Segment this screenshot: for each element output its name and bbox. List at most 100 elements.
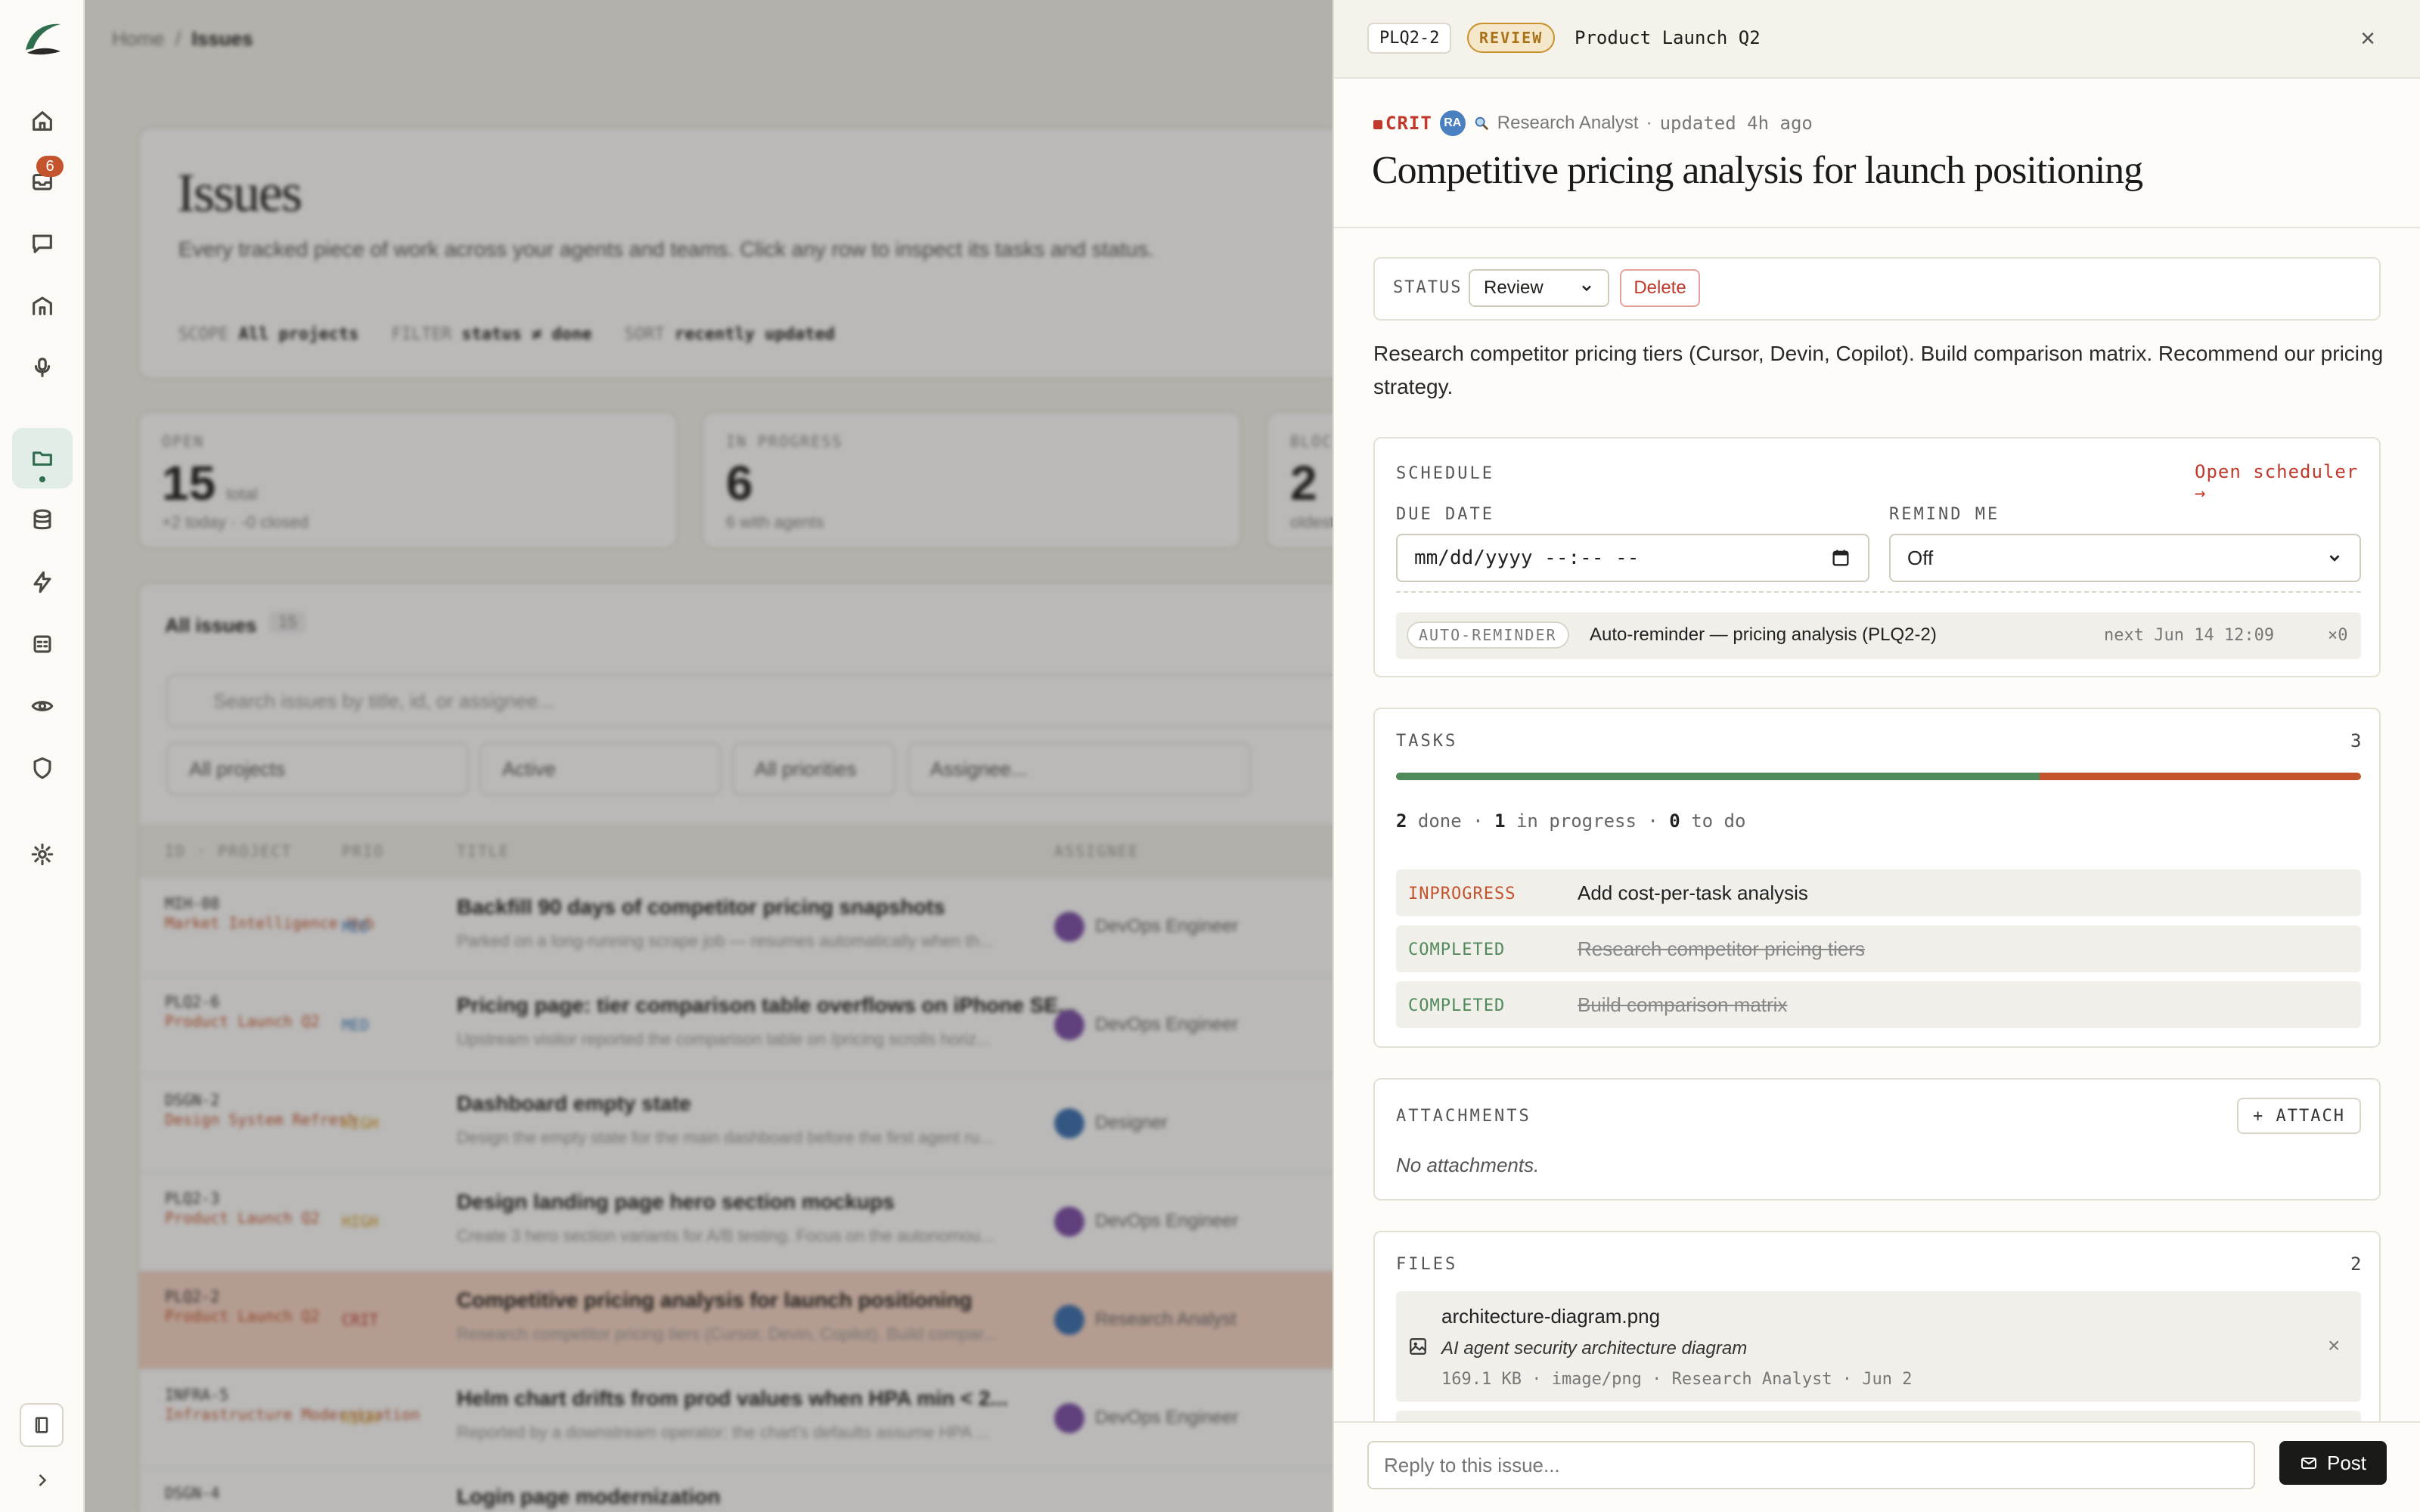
tasks-count: 3 [2350,730,2362,751]
tasks-progress-done [1396,773,2040,780]
meta-dot: · [1646,113,1652,133]
task-item[interactable]: INPROGRESS Add cost-per-task analysis [1396,869,2361,916]
rail-database-button[interactable] [12,490,73,550]
priority-text: CRIT [1385,113,1432,134]
task-name: Add cost-per-task analysis [1578,881,1808,904]
delete-button[interactable]: Delete [1620,269,1700,307]
files-count: 2 [2350,1253,2362,1275]
magnifier-icon [1475,116,1488,130]
issue-title: Competitive pricing analysis for launch … [1372,149,2143,192]
assignee-name[interactable]: Research Analyst [1497,113,1639,134]
reply-input[interactable] [1367,1441,2255,1489]
task-name: Research competitor pricing tiers [1578,937,1866,960]
attachments-empty: No attachments. [1396,1154,1540,1176]
rail-home-button[interactable] [12,91,73,151]
rail-voice-button[interactable] [12,337,73,398]
rail-watch-button[interactable] [12,676,73,736]
issue-id-chip: PLQ2-2 [1367,23,1452,54]
task-status: COMPLETED [1408,996,1506,1015]
chevron-down-icon [2329,555,2340,562]
active-indicator-dot [39,476,45,482]
done-label: done [1417,810,1462,832]
post-button[interactable]: Post [2279,1441,2387,1485]
post-label: Post [2326,1451,2367,1474]
file-meta: 169.1 KB · image/png · Research Analyst … [1441,1370,1913,1389]
task-item[interactable]: COMPLETED Build comparison matrix [1396,981,2361,1028]
attach-button[interactable]: + ATTACH [2237,1098,2361,1134]
avatar: RA [1439,110,1466,136]
remind-me-label: REMIND ME [1889,505,2000,524]
task-status: COMPLETED [1408,940,1506,959]
files-label: FILES [1396,1255,1458,1274]
rail-boards-button[interactable] [12,614,73,674]
calendar-icon[interactable] [1830,547,1851,569]
app-logo[interactable] [20,17,65,62]
due-date-input[interactable]: mm/dd/yyyy --:-- -- [1396,534,1869,582]
lightning-icon [33,571,51,593]
task-status: INPROGRESS [1408,885,1516,903]
panel-header: PLQ2-2 REVIEW Product Launch Q2 × [1334,0,2420,79]
rail-organization-button[interactable] [12,275,73,336]
board-icon [33,635,51,653]
rail-security-button[interactable] [12,738,73,798]
tasks-summary: 2 done · 1 in progress · 0 to do [1396,810,1746,832]
tasks-card: TASKS 3 2 done · 1 in progress · 0 to do… [1373,708,2381,1048]
updated-time: updated 4h ago [1659,113,1813,134]
schedule-label: SCHEDULE [1396,464,1494,483]
home-icon [33,111,52,131]
due-date-value: mm/dd/yyyy --:-- -- [1414,547,1640,569]
rail-docs-button[interactable] [20,1403,64,1447]
auto-reminder-row[interactable]: AUTO-REMINDER Auto-reminder — pricing an… [1396,612,2361,659]
due-date-label: DUE DATE [1396,505,1494,524]
book-icon [35,1417,48,1433]
image-file-icon [1410,1338,1426,1355]
gear-icon [31,843,54,866]
close-icon: × [2360,23,2375,53]
file-description: AI agent security architecture diagram [1441,1338,1748,1359]
priority-square-icon [1373,120,1382,129]
chat-icon [33,234,52,253]
todo-count: 0 [1669,810,1680,832]
auto-reminder-chip: AUTO-REMINDER [1407,621,1569,649]
schedule-card: SCHEDULE Open scheduler → DUE DATE REMIN… [1373,437,2381,677]
modal-backdrop[interactable] [85,0,1333,1512]
reminder-next: next Jun 14 12:09 [2104,626,2275,645]
status-select[interactable]: Review [1469,269,1609,307]
issue-description: Research competitor pricing tiers (Curso… [1373,342,2384,398]
project-name: Product Launch Q2 [1575,27,1761,48]
open-scheduler-link[interactable]: Open scheduler → [2195,461,2379,503]
microphone-icon [34,358,51,377]
file-name: architecture-diagram.png [1441,1305,1661,1328]
reminder-text: Auto-reminder — pricing analysis (PLQ2-2… [1590,624,1937,645]
done-count: 2 [1396,810,1407,832]
remove-file-button[interactable]: × [2328,1334,2340,1358]
tasks-progress-bar [1396,773,2361,780]
task-item[interactable]: COMPLETED Research competitor pricing ti… [1396,925,2361,972]
attachments-label: ATTACHMENTS [1396,1107,1531,1126]
in-progress-count: 1 [1494,810,1506,832]
status-card: STATUS Review Delete [1373,257,2381,321]
priority-badge: CRIT [1373,113,1432,134]
rail-chat-button[interactable] [12,213,73,274]
close-panel-button[interactable]: × [2355,23,2381,53]
tasks-label: TASKS [1396,732,1458,751]
file-item[interactable]: architecture-diagram.png AI agent securi… [1396,1291,2361,1402]
rail-settings-button[interactable] [12,824,73,885]
folder-icon [33,451,52,466]
divider [1396,591,2361,593]
issue-detail-panel: PLQ2-2 REVIEW Product Launch Q2 × CRIT R… [1333,0,2420,1512]
rail-expand-button[interactable] [29,1467,56,1494]
status-label: STATUS [1393,278,1463,297]
remind-me-select[interactable]: Off [1889,534,2361,582]
remind-me-value: Off [1907,546,1934,569]
chevron-down-icon [1582,285,1591,292]
status-badge: REVIEW [1467,23,1556,53]
inbox-count-badge: 6 [36,156,64,177]
chevron-right-icon [39,1474,47,1486]
todo-label: to do [1691,810,1746,832]
reminder-count: ×0 [2328,626,2348,645]
reply-bar: Post [1334,1421,2420,1512]
envelope-icon [2301,1458,2316,1469]
rail-automations-button[interactable] [12,552,73,612]
in-progress-label: in progress [1516,810,1637,832]
